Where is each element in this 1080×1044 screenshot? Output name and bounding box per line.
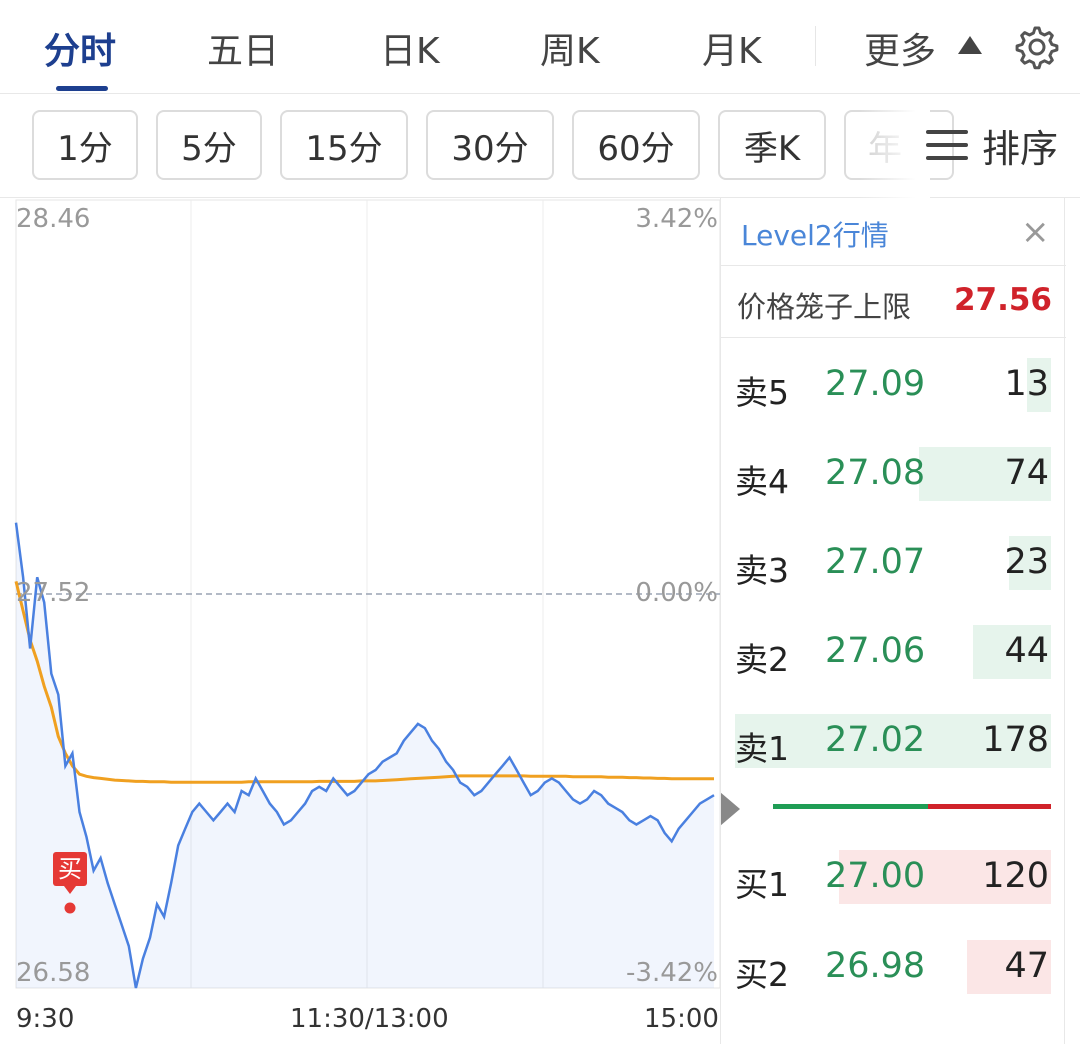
bid-ratio-segment <box>928 804 1051 809</box>
y-axis-ref-price: 27.52 <box>16 578 91 608</box>
bid-price: 26.98 <box>825 946 926 986</box>
minute-period-bar: 1分 5分 15分 30分 60分 季K 年 排序 <box>0 94 1080 198</box>
bid-volume: 120 <box>982 856 1049 896</box>
scroll-fade <box>860 94 930 198</box>
sort-label: 排序 <box>982 126 1059 171</box>
ask-row-1[interactable]: 卖1 27.02 178 <box>735 714 1051 768</box>
active-tab-indicator <box>56 86 108 91</box>
tab-more[interactable]: 更多 <box>864 22 936 74</box>
average-price-line <box>14 581 714 784</box>
tab-monthly-k[interactable]: 月K <box>702 22 762 74</box>
period-30min-button[interactable]: 30分 <box>426 110 554 180</box>
bid-row-2[interactable]: 买2 26.98 47 <box>735 940 1051 994</box>
level2-order-book: Level2行情 × 价格笼子上限 27.56 卖5 27.09 13 卖4 2… <box>720 198 1066 1044</box>
ask-level-label: 卖3 <box>735 551 789 590</box>
ask-level-label: 卖2 <box>735 640 789 679</box>
period-5min-button[interactable]: 5分 <box>156 110 262 180</box>
bid-row-1[interactable]: 买1 27.00 120 <box>735 850 1051 904</box>
bid-level-label: 买1 <box>735 865 789 904</box>
ask-volume: 74 <box>1004 453 1049 493</box>
ask-level-label: 卖1 <box>735 729 789 768</box>
tab-weekly-k[interactable]: 周K <box>540 22 600 74</box>
x-axis-midday-time: 11:30/13:00 <box>290 1004 449 1034</box>
gear-icon[interactable] <box>1010 22 1060 72</box>
y-axis-top-price: 28.46 <box>16 204 91 234</box>
y-axis-bottom-price: 26.58 <box>16 958 91 988</box>
period-60min-button[interactable]: 60分 <box>572 110 700 180</box>
ask-ratio-segment <box>773 804 928 809</box>
order-book-header: Level2行情 × <box>721 198 1066 266</box>
ask-price: 27.06 <box>825 631 926 671</box>
ask-row-3[interactable]: 卖3 27.07 23 <box>735 536 1051 590</box>
y-axis-mid-pct: 0.00% <box>635 578 718 608</box>
ask-price: 27.02 <box>825 720 926 760</box>
intraday-chart-svg: 买 <box>14 199 720 989</box>
bid-price: 27.00 <box>825 856 926 896</box>
ask-volume: 13 <box>1004 364 1049 404</box>
ask-volume: 23 <box>1004 542 1049 582</box>
menu-icon <box>926 130 968 160</box>
bid-volume: 47 <box>1004 946 1049 986</box>
period-quarter-k-button[interactable]: 季K <box>718 110 826 180</box>
intraday-chart[interactable]: 买 28.46 27.52 26.58 3.42% 0.00% -3.42% 9… <box>0 198 720 1044</box>
x-axis-open-time: 9:30 <box>16 1004 75 1034</box>
order-book-title: Level2行情 <box>741 219 889 252</box>
tab-intraday[interactable]: 分时 <box>44 22 116 74</box>
sort-button[interactable]: 排序 <box>926 110 1058 180</box>
y-axis-bottom-pct: -3.42% <box>626 958 718 988</box>
ask-price: 27.08 <box>825 453 926 493</box>
price-cage-value: 27.56 <box>953 282 1052 318</box>
ask-price: 27.09 <box>825 364 926 404</box>
chart-period-tabs: 分时 五日 日K 周K 月K 更多 <box>0 0 1080 94</box>
y-axis-top-pct: 3.42% <box>635 204 718 234</box>
price-cage-label: 价格笼子上限 <box>737 290 912 324</box>
tab-daily-k[interactable]: 日K <box>380 22 440 74</box>
period-15min-button[interactable]: 15分 <box>280 110 408 180</box>
bid-ask-ratio-bar <box>773 804 1051 809</box>
bid-level-label: 买2 <box>735 955 789 994</box>
ask-row-5[interactable]: 卖5 27.09 13 <box>735 358 1051 412</box>
ask-level-label: 卖5 <box>735 373 789 412</box>
triangle-up-icon[interactable] <box>958 36 982 54</box>
ask-price: 27.07 <box>825 542 926 582</box>
ask-row-4[interactable]: 卖4 27.08 74 <box>735 447 1051 501</box>
price-cage-row: 价格笼子上限 27.56 <box>721 266 1066 338</box>
tab-divider <box>815 26 816 66</box>
ask-volume: 178 <box>982 720 1049 760</box>
buy-marker-label: 买 <box>58 855 82 883</box>
close-icon[interactable]: × <box>1021 212 1050 252</box>
period-1min-button[interactable]: 1分 <box>32 110 138 180</box>
ask-row-2[interactable]: 卖2 27.06 44 <box>735 625 1051 679</box>
ask-level-label: 卖4 <box>735 462 789 501</box>
ask-volume: 44 <box>1004 631 1049 671</box>
x-axis-close-time: 15:00 <box>644 1004 719 1034</box>
tab-five-day[interactable]: 五日 <box>207 22 279 74</box>
